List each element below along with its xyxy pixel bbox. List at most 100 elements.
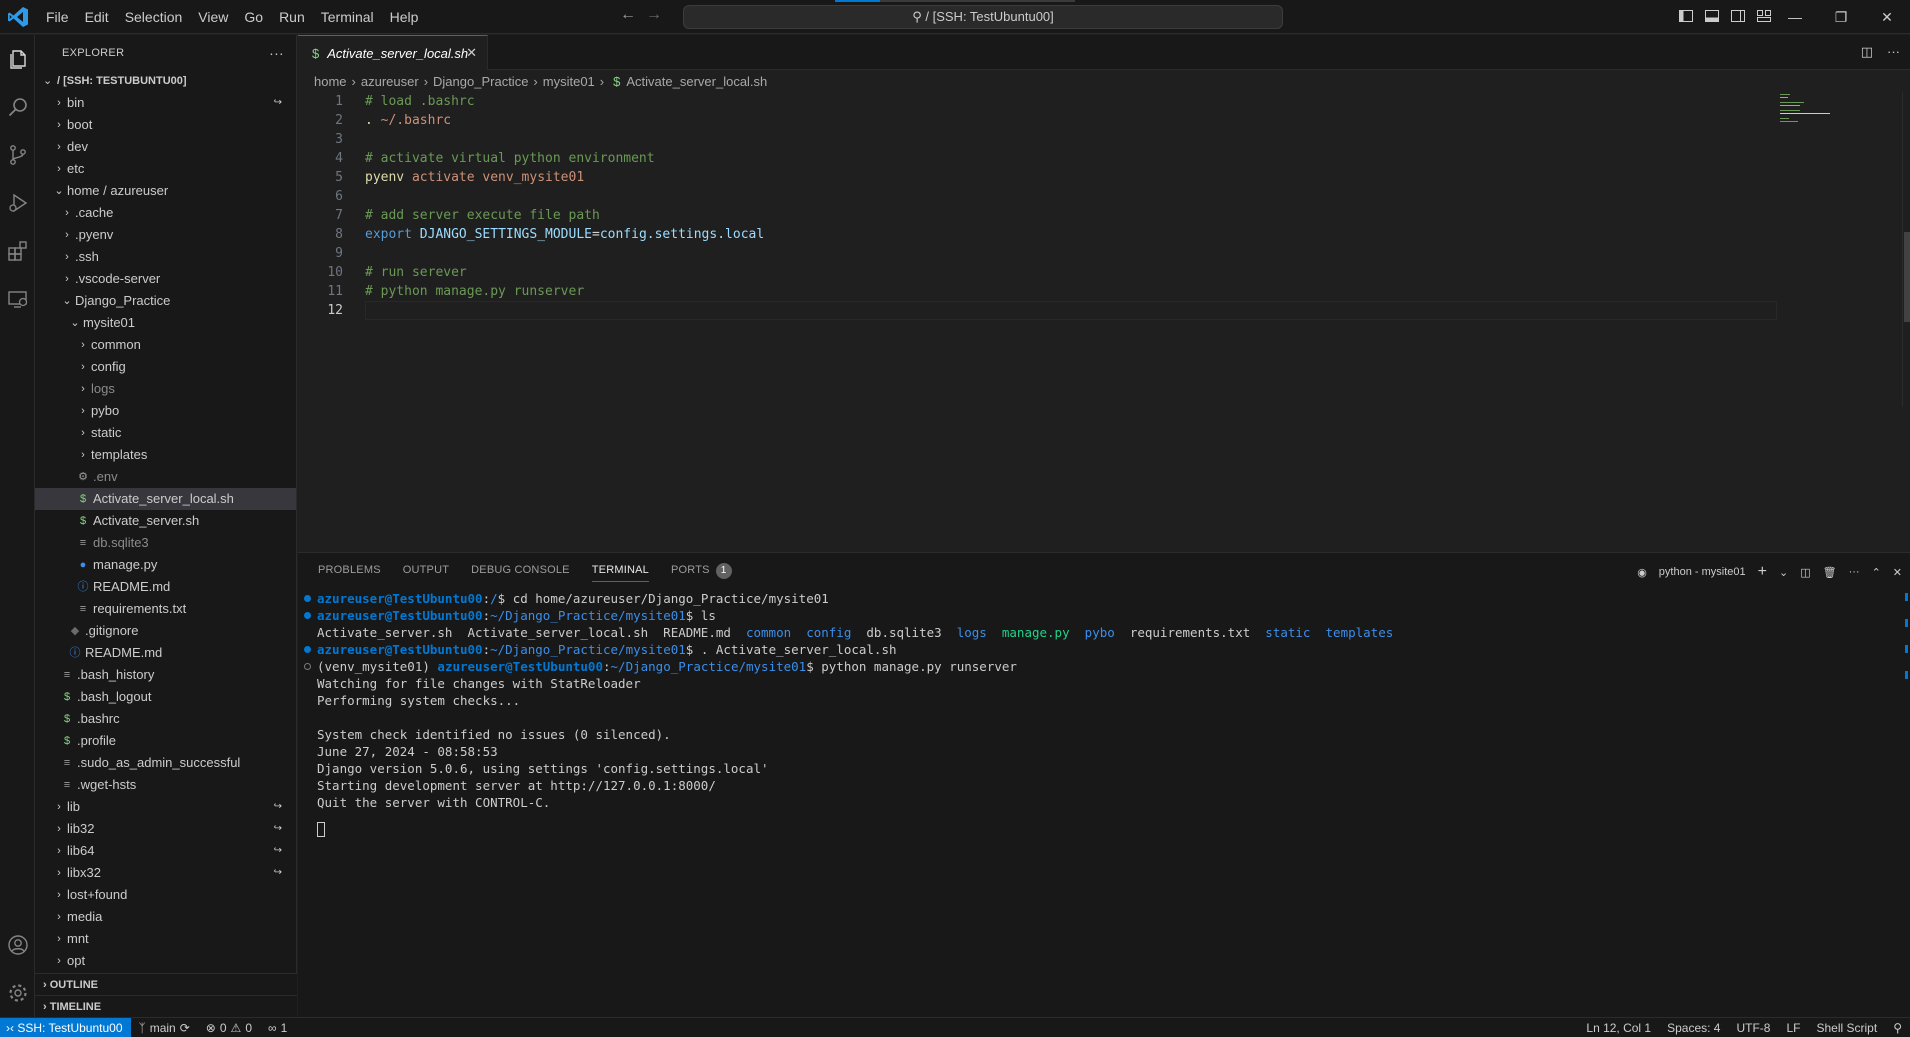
toggle-panel-icon[interactable] <box>1704 8 1720 24</box>
tree-item[interactable]: › common <box>35 334 296 356</box>
problems-indicator[interactable]: ⊗ 0 ⚠ 0 <box>198 1021 260 1035</box>
command-center-search[interactable]: ⚲ / [SSH: TestUbuntu00] <box>683 5 1283 29</box>
accounts-activity[interactable] <box>0 921 35 969</box>
run-debug-activity[interactable] <box>0 179 35 227</box>
tree-item[interactable]: › libx32 ↪ <box>35 862 296 884</box>
close-tab-icon[interactable]: ✕ <box>466 45 477 61</box>
command-decoration-icon[interactable] <box>304 646 311 653</box>
source-control-activity[interactable] <box>0 131 35 179</box>
tree-item[interactable]: › logs <box>35 378 296 400</box>
timeline-section[interactable]: › TIMELINE <box>35 995 297 1017</box>
explorer-activity[interactable] <box>0 35 35 83</box>
breadcrumb-django-practice[interactable]: Django_Practice <box>433 74 528 89</box>
branch-indicator[interactable]: ᛉ main ⟳ <box>131 1021 198 1035</box>
tree-item[interactable]: $ .bashrc <box>35 708 296 730</box>
indentation[interactable]: Spaces: 4 <box>1659 1021 1728 1035</box>
tree-item[interactable]: ≡ db.sqlite3 <box>35 532 296 554</box>
manage-activity[interactable] <box>0 969 35 1017</box>
tab-terminal[interactable]: TERMINAL <box>591 553 650 588</box>
tree-item[interactable]: ⓘ README.md <box>35 576 296 598</box>
tree-item[interactable]: ⌄ home / azureuser <box>35 180 296 202</box>
breadcrumb-home[interactable]: home <box>314 74 347 89</box>
tree-item[interactable]: ⌄ Django_Practice <box>35 290 296 312</box>
extensions-activity[interactable] <box>0 227 35 275</box>
code-editor[interactable]: 1 # load .bashrc 2. ~/.bashrc 3 4 # activate … <box>298 92 1910 552</box>
tab-ports[interactable]: PORTS 1 <box>671 553 732 588</box>
tree-item[interactable]: › templates <box>35 444 296 466</box>
tree-item[interactable]: ⚙ .env <box>35 466 296 488</box>
breadcrumb-mysite01[interactable]: mysite01 <box>543 74 595 89</box>
command-decoration-icon[interactable] <box>304 595 311 602</box>
minimap[interactable] <box>1780 92 1840 132</box>
menu-view[interactable]: View <box>190 0 236 34</box>
breadcrumb-azureuser[interactable]: azureuser <box>361 74 419 89</box>
trash-icon[interactable]: 🗑 <box>1823 566 1837 579</box>
menu-selection[interactable]: Selection <box>117 0 191 34</box>
menu-go[interactable]: Go <box>236 0 271 34</box>
notifications-bell-icon[interactable]: ⚲ <box>1885 1021 1910 1035</box>
menu-file[interactable]: File <box>38 0 77 34</box>
tree-item[interactable]: › static <box>35 422 296 444</box>
tree-item[interactable]: $ .profile <box>35 730 296 752</box>
split-editor-icon[interactable]: ◫ <box>1861 44 1873 60</box>
menu-edit[interactable]: Edit <box>77 0 117 34</box>
terminal-output[interactable]: azureuser@TestUbuntu00: / $ cd home/azureu… <box>298 590 1898 838</box>
tree-item[interactable]: › .ssh <box>35 246 296 268</box>
panel-more-actions-icon[interactable]: ··· <box>1849 566 1860 578</box>
outline-section[interactable]: › OUTLINE <box>35 973 297 995</box>
menu-run[interactable]: Run <box>271 0 313 34</box>
tree-item[interactable]: › lib ↪ <box>35 796 296 818</box>
tree-item[interactable]: › dev <box>35 136 296 158</box>
tree-item[interactable]: ≡ .wget-hsts <box>35 774 296 796</box>
maximize-panel-icon[interactable]: ⌃ <box>1872 566 1881 579</box>
tree-item[interactable]: › mnt <box>35 928 296 950</box>
tree-item[interactable]: ● manage.py <box>35 554 296 576</box>
back-arrow-icon[interactable]: ← <box>620 6 636 24</box>
tree-item[interactable]: › lib64 ↪ <box>35 840 296 862</box>
tree-item[interactable]: ≡ requirements.txt <box>35 598 296 620</box>
cursor-position[interactable]: Ln 12, Col 1 <box>1578 1021 1659 1035</box>
workspace-root[interactable]: ⌄ / [SSH: TESTUBUNTU00] <box>35 70 296 92</box>
forward-arrow-icon[interactable]: → <box>646 6 662 24</box>
tree-item[interactable]: › pybo <box>35 400 296 422</box>
minimize-icon[interactable]: — <box>1772 0 1818 34</box>
tree-item[interactable]: › lib32 ↪ <box>35 818 296 840</box>
tree-item[interactable]: $ Activate_server_local.sh <box>35 488 296 510</box>
close-panel-icon[interactable]: ✕ <box>1893 566 1902 579</box>
split-terminal-icon[interactable]: ◫ <box>1800 566 1810 579</box>
tree-item[interactable]: › lost+found <box>35 884 296 906</box>
tree-item[interactable]: › config <box>35 356 296 378</box>
command-decoration-icon[interactable] <box>304 663 311 670</box>
tab-debug-console[interactable]: DEBUG CONSOLE <box>471 553 570 588</box>
tree-item[interactable]: › .cache <box>35 202 296 224</box>
tree-item[interactable]: ⌄ mysite01 <box>35 312 296 334</box>
sync-icon[interactable]: ⟳ <box>180 1021 190 1035</box>
breadcrumb-file[interactable]: Activate_server_local.sh <box>626 74 767 89</box>
command-decoration-icon[interactable] <box>304 612 311 619</box>
toggle-secondary-sidebar-icon[interactable] <box>1730 8 1746 24</box>
toggle-primary-sidebar-icon[interactable] <box>1678 8 1694 24</box>
search-activity[interactable] <box>0 83 35 131</box>
tab-activate-server-local[interactable]: $ Activate_server_local.sh ✕ <box>298 35 488 70</box>
end-of-line[interactable]: LF <box>1778 1021 1808 1035</box>
editor-scrollbar[interactable] <box>1902 92 1910 407</box>
tab-problems[interactable]: PROBLEMS <box>318 553 381 588</box>
tree-item[interactable]: › .pyenv <box>35 224 296 246</box>
customize-layout-icon[interactable] <box>1756 8 1772 24</box>
terminal-name[interactable]: python - mysite01 <box>1659 566 1746 578</box>
tree-item[interactable]: $ Activate_server.sh <box>35 510 296 532</box>
menu-terminal[interactable]: Terminal <box>313 0 382 34</box>
more-actions-icon[interactable]: ··· <box>269 45 284 61</box>
menu-help[interactable]: Help <box>382 0 427 34</box>
tree-item[interactable]: ≡ .bash_history <box>35 664 296 686</box>
tree-item[interactable]: › media <box>35 906 296 928</box>
new-terminal-icon[interactable]: + <box>1758 563 1767 581</box>
tree-item[interactable]: ⓘ README.md <box>35 642 296 664</box>
restore-icon[interactable]: ❐ <box>1818 0 1864 34</box>
tree-item[interactable]: ≡ .sudo_as_admin_successful <box>35 752 296 774</box>
close-window-icon[interactable]: ✕ <box>1864 0 1910 34</box>
ports-indicator[interactable]: ∞ 1 <box>260 1021 295 1035</box>
language-mode[interactable]: Shell Script <box>1809 1021 1886 1035</box>
tree-item[interactable]: › etc <box>35 158 296 180</box>
remote-indicator[interactable]: ›‹ SSH: TestUbuntu00 <box>0 1017 131 1037</box>
